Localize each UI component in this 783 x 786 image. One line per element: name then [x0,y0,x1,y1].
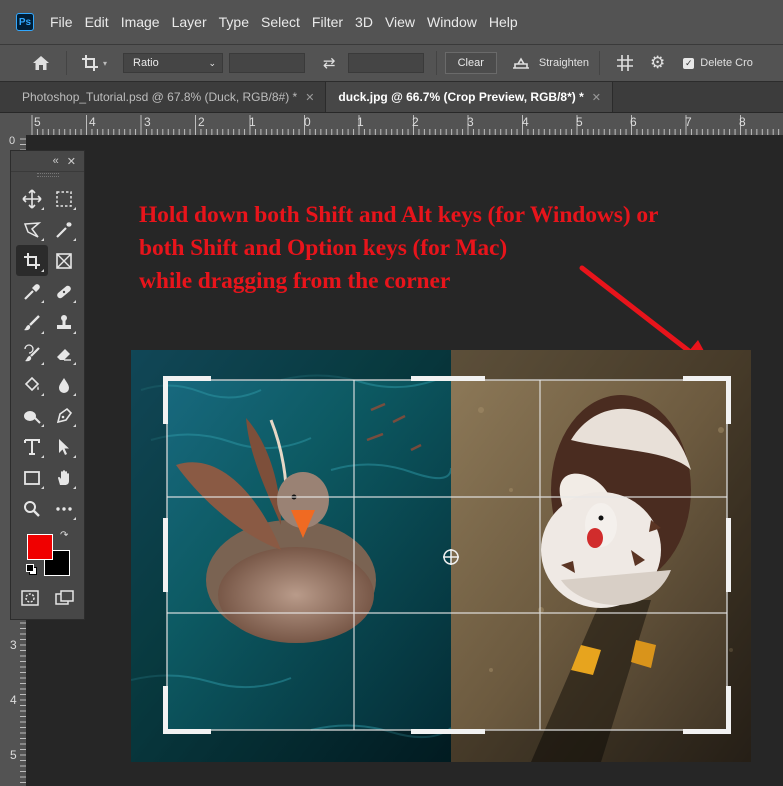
ruler-label: 4 [10,693,17,707]
magic-wand-icon[interactable] [48,214,80,245]
tools-panel-header[interactable]: « ✕ [11,151,84,172]
annotation-line: while dragging from the corner [139,268,451,294]
instruction-annotation: Hold down both Shift and Alt keys (for W… [139,199,779,298]
swap-icon[interactable]: ⇄ [323,54,336,72]
clear-button[interactable]: Clear [444,52,497,74]
ruler-label: 0 [304,115,311,129]
chevron-down-icon: ▾ [103,58,108,68]
clear-label: Clear [457,57,484,69]
collapse-icon[interactable]: « [53,155,59,167]
quick-mask-icon[interactable] [20,590,39,611]
color-swatches: ↷ [11,528,84,584]
lasso-icon[interactable] [16,214,48,245]
menu-type[interactable]: Type [213,14,255,30]
close-icon[interactable]: ✕ [592,91,601,104]
ruler-label: 1 [249,115,256,129]
ruler-label: 4 [89,115,96,129]
menu-bar: Ps File Edit Image Layer Type Select Fil… [0,0,783,45]
straighten-icon[interactable] [511,55,531,71]
foreground-color-swatch[interactable] [27,534,53,560]
ruler-label: 2 [198,115,205,129]
options-bar: ▾ Ratio ⌄ ⇄ Clear Straighten ⚙ ✓ Delete … [0,45,783,82]
tab-label: duck.jpg @ 66.7% (Crop Preview, RGB/8*) … [338,90,584,104]
menu-view[interactable]: View [379,14,421,30]
hand-icon[interactable] [48,462,80,493]
menu-layer[interactable]: Layer [166,14,213,30]
tab-photoshop-tutorial[interactable]: Photoshop_Tutorial.psd @ 67.8% (Duck, RG… [0,82,327,112]
ruler-label: 4 [522,115,529,129]
mode-row [11,590,84,611]
menu-help[interactable]: Help [483,14,524,30]
ruler-label: 0 [9,135,16,147]
zoom-icon[interactable] [16,493,48,524]
crop-icon[interactable] [15,245,48,276]
tab-label: Photoshop_Tutorial.psd @ 67.8% (Duck, RG… [22,90,298,104]
ratio-select[interactable]: Ratio ⌄ [123,53,224,73]
ruler-label: 3 [10,638,17,652]
menu-select[interactable]: Select [255,14,306,30]
menu-3d[interactable]: 3D [349,14,379,30]
menu-filter[interactable]: Filter [306,14,349,30]
ruler-label: 6 [630,115,637,129]
ruler-label: 7 [685,115,692,129]
delete-cropped-label: Delete Cro [700,57,753,69]
crop-tool-preset-icon[interactable]: ▾ [81,54,107,72]
ruler-label: 2 [412,115,419,129]
document-tabs: Photoshop_Tutorial.psd @ 67.8% (Duck, RG… [0,82,783,112]
overlay-grid-icon[interactable] [616,54,634,72]
type-icon[interactable] [16,431,48,462]
chevron-down-icon: ⌄ [208,57,217,68]
frame-icon[interactable] [48,245,80,276]
ruler-label: 5 [10,748,17,762]
ruler-label: 3 [467,115,474,129]
straighten-label[interactable]: Straighten [539,57,589,69]
tool-grid [11,178,84,524]
ruler-ticks [31,115,780,135]
blur-icon[interactable] [48,369,80,400]
duck-photo[interactable] [131,350,751,762]
pen-icon[interactable] [48,400,80,431]
history-brush-icon[interactable] [16,338,48,369]
menu-edit[interactable]: Edit [79,14,115,30]
tab-duck[interactable]: duck.jpg @ 66.7% (Crop Preview, RGB/8*) … [326,82,613,112]
horizontal-ruler[interactable]: 5 4 3 2 1 0 1 2 3 4 5 6 7 8 [0,113,783,135]
rectangle-icon[interactable] [16,462,48,493]
menu-window[interactable]: Window [421,14,483,30]
gear-icon[interactable]: ⚙ [650,53,665,73]
ratio-label: Ratio [133,57,159,69]
menu-file[interactable]: File [44,14,79,30]
eyedropper-icon[interactable] [16,276,48,307]
close-icon[interactable]: ✕ [67,155,76,168]
ruler-label: 5 [576,115,583,129]
home-icon[interactable] [30,55,52,71]
photoshop-logo: Ps [16,13,34,31]
tools-panel: « ✕ ↷ [10,150,85,620]
menu-image[interactable]: Image [115,14,166,30]
ruler-label: 1 [357,115,364,129]
default-colors-icon[interactable] [26,564,37,575]
ruler-label: 8 [739,115,746,129]
brush-icon[interactable] [16,307,48,338]
stamp-icon[interactable] [48,307,80,338]
ruler-label: 5 [34,115,41,129]
width-field[interactable] [229,53,306,73]
annotation-line: both Shift and Option keys (for Mac) [139,235,508,261]
dodge-icon[interactable] [16,400,48,431]
eraser-icon[interactable] [48,338,80,369]
annotation-line: Hold down both Shift and Alt keys (for W… [139,202,659,228]
close-icon[interactable]: ✕ [305,91,314,104]
marquee-icon[interactable] [48,183,80,214]
path-selection-icon[interactable] [48,431,80,462]
screen-mode-icon[interactable] [54,590,75,611]
height-field[interactable] [347,53,424,73]
healing-brush-icon[interactable] [48,276,80,307]
swap-colors-icon[interactable]: ↷ [60,530,68,541]
move-icon[interactable] [16,183,48,214]
paint-bucket-icon[interactable] [16,369,48,400]
delete-cropped-checkbox[interactable]: ✓ Delete Cro [683,57,753,69]
more-tools-icon[interactable] [48,493,80,524]
ruler-label: 3 [144,115,151,129]
checkmark-icon: ✓ [683,57,695,69]
